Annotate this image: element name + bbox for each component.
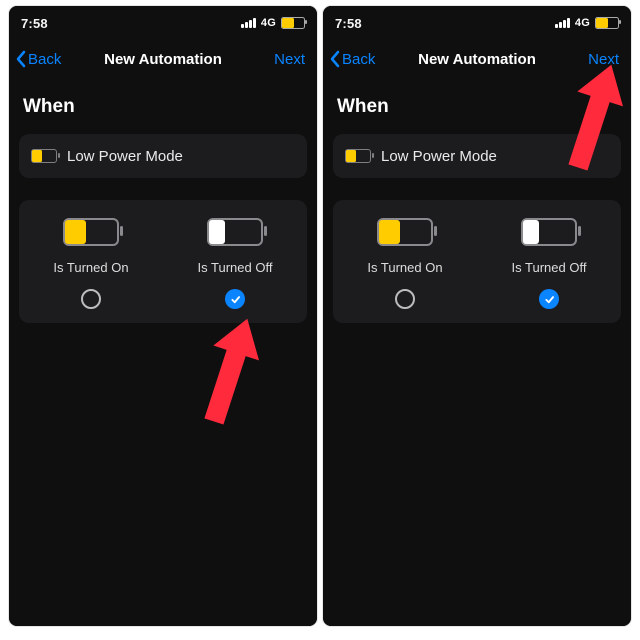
chevron-left-icon (15, 50, 26, 68)
network-label: 4G (575, 17, 590, 29)
option-on-radio[interactable] (395, 289, 415, 309)
checkmark-icon (544, 294, 555, 305)
options-card: Is Turned On Is Turned Off (333, 200, 621, 323)
option-off-radio[interactable] (225, 289, 245, 309)
trigger-card[interactable]: Low Power Mode (19, 134, 307, 178)
option-on-label: Is Turned On (367, 260, 442, 275)
battery-off-icon (207, 218, 263, 246)
chevron-left-icon (329, 50, 340, 68)
back-label: Back (28, 51, 61, 68)
next-label: Next (588, 51, 619, 68)
option-off-label: Is Turned Off (512, 260, 587, 275)
status-time: 7:58 (21, 16, 48, 31)
status-bar: 7:58 4G (323, 6, 631, 40)
low-power-mode-icon (31, 149, 57, 163)
options-card: Is Turned On Is Turned Off (19, 200, 307, 323)
nav-title: New Automation (104, 51, 222, 68)
option-is-turned-off[interactable]: Is Turned Off (477, 218, 621, 309)
option-is-turned-on[interactable]: Is Turned On (19, 218, 163, 309)
option-off-radio[interactable] (539, 289, 559, 309)
next-button[interactable]: Next (588, 40, 619, 78)
status-bar: 7:58 4G (9, 6, 317, 40)
phone-screenshot: 7:58 4G Back New Automation Next When Low Powe… (9, 6, 317, 626)
battery-on-icon (63, 218, 119, 246)
next-button[interactable]: Next (274, 40, 305, 78)
signal-icon (555, 18, 570, 28)
trigger-card[interactable]: Low Power Mode (333, 134, 621, 178)
network-label: 4G (261, 17, 276, 29)
section-heading-when: When (9, 78, 317, 128)
nav-title: New Automation (418, 51, 536, 68)
option-is-turned-off[interactable]: Is Turned Off (163, 218, 307, 309)
option-on-label: Is Turned On (53, 260, 128, 275)
checkmark-icon (230, 294, 241, 305)
trigger-label: Low Power Mode (381, 148, 497, 165)
battery-on-icon (377, 218, 433, 246)
status-time: 7:58 (335, 16, 362, 31)
option-is-turned-on[interactable]: Is Turned On (333, 218, 477, 309)
battery-status-icon (281, 17, 305, 29)
option-off-label: Is Turned Off (198, 260, 273, 275)
phone-screenshot: 7:58 4G Back New Automation Next When Low Powe… (323, 6, 631, 626)
low-power-mode-icon (345, 149, 371, 163)
battery-status-icon (595, 17, 619, 29)
back-button[interactable]: Back (329, 40, 375, 78)
next-label: Next (274, 51, 305, 68)
trigger-label: Low Power Mode (67, 148, 183, 165)
nav-bar: Back New Automation Next (323, 40, 631, 78)
back-label: Back (342, 51, 375, 68)
section-heading-when: When (323, 78, 631, 128)
nav-bar: Back New Automation Next (9, 40, 317, 78)
option-on-radio[interactable] (81, 289, 101, 309)
signal-icon (241, 18, 256, 28)
back-button[interactable]: Back (15, 40, 61, 78)
battery-off-icon (521, 218, 577, 246)
